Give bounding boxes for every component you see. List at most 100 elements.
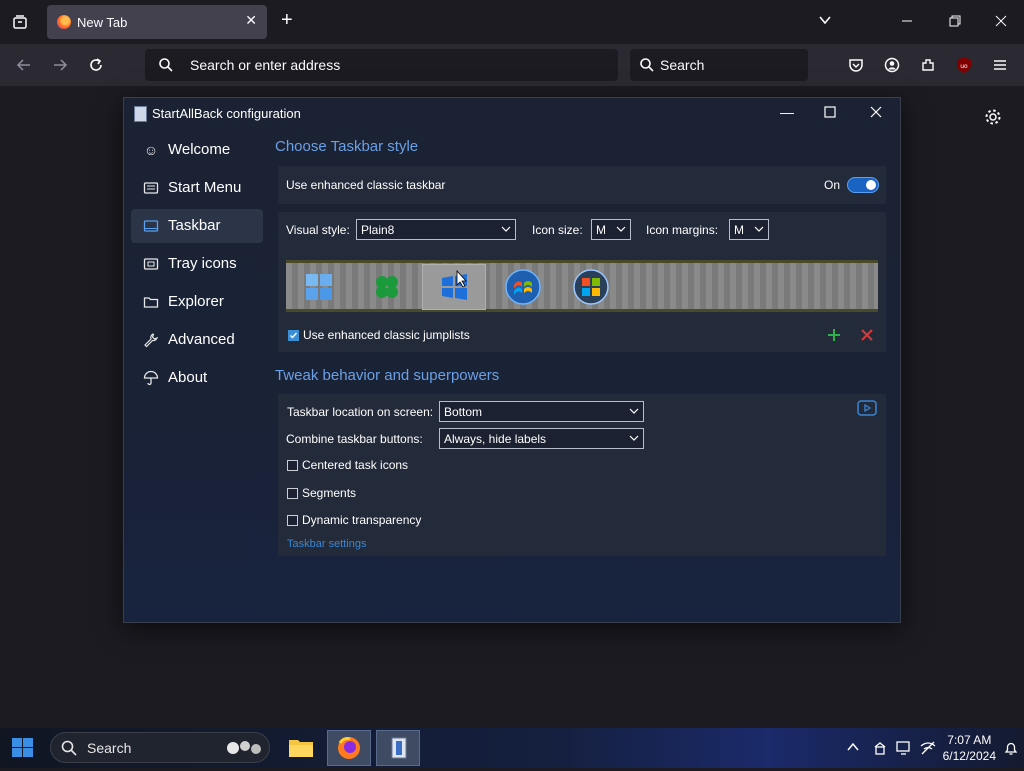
navigation-bar: Search or enter address Search uo: [0, 44, 1024, 86]
restore-icon[interactable]: [948, 14, 962, 32]
sidebar-item-tray-icons[interactable]: Tray icons: [131, 247, 263, 281]
firefox-icon: [338, 737, 360, 759]
dialog-title: StartAllBack configuration: [152, 106, 301, 121]
search-highlight-icon: [223, 738, 265, 762]
windows-start-icon[interactable]: [12, 738, 34, 762]
ublock-icon[interactable]: uo: [956, 56, 972, 78]
taskbar-icon: [143, 218, 159, 234]
gear-icon[interactable]: [984, 108, 1002, 130]
location-label: Taskbar location on screen:: [287, 405, 434, 419]
sidebar-item-label: Start Menu: [168, 179, 242, 196]
tab-list-icon[interactable]: [12, 14, 28, 34]
sidebar-item-label: Tray icons: [168, 255, 237, 272]
centered-checkbox[interactable]: [287, 460, 298, 471]
enhanced-taskbar-toggle[interactable]: [847, 177, 879, 193]
sidebar-item-explorer[interactable]: Explorer: [131, 285, 263, 319]
sidebar-item-welcome[interactable]: ☺ Welcome: [131, 133, 263, 167]
notification-bell-icon[interactable]: [1004, 740, 1018, 760]
sidebar-item-taskbar[interactable]: Taskbar: [131, 209, 263, 243]
combine-select[interactable]: Always, hide labels: [439, 428, 644, 449]
jumplists-label: Use enhanced classic jumplists: [303, 328, 470, 342]
jumplists-checkbox[interactable]: [288, 330, 299, 341]
clover-logo-icon: [376, 276, 398, 298]
no-internet-icon[interactable]: [920, 740, 936, 760]
search-icon: [158, 57, 174, 77]
pocket-icon[interactable]: [848, 57, 864, 77]
reload-icon[interactable]: [88, 57, 104, 77]
app-icon: [134, 106, 147, 122]
chevron-up-icon[interactable]: [846, 740, 860, 758]
new-tab-icon[interactable]: +: [281, 10, 293, 30]
windows-vista-orb-icon: [573, 269, 609, 305]
sidebar-item-about[interactable]: About: [131, 361, 263, 395]
back-icon[interactable]: [16, 57, 32, 77]
sidebar-item-label: Advanced: [168, 331, 235, 348]
icon-margins-select[interactable]: M: [729, 219, 769, 240]
taskbar-startallback[interactable]: [376, 730, 420, 766]
account-icon[interactable]: [884, 57, 900, 77]
address-placeholder: Search or enter address: [190, 57, 341, 73]
tab-title: New Tab: [77, 15, 128, 30]
windows-taskbar: Search 7:07 AM 6/12/2024: [0, 728, 1024, 768]
folder-icon: [143, 294, 159, 310]
location-select[interactable]: Bottom: [439, 401, 644, 422]
sidebar-item-start-menu[interactable]: Start Menu: [131, 171, 263, 205]
style-option-win8[interactable]: [356, 265, 418, 309]
display-icon[interactable]: [896, 740, 912, 760]
visual-style-label: Visual style:: [286, 223, 350, 237]
location-value: Bottom: [444, 405, 483, 419]
wrench-icon: [143, 332, 159, 348]
chevron-down-icon[interactable]: [818, 13, 832, 31]
chevron-down-icon: [616, 226, 626, 232]
style-option-win7[interactable]: [492, 265, 554, 309]
icon-size-select[interactable]: M: [591, 219, 631, 240]
browser-tab[interactable]: New Tab ✕: [47, 5, 267, 39]
enhanced-taskbar-label: Use enhanced classic taskbar: [286, 178, 446, 192]
section-title-tweak: Tweak behavior and superpowers: [275, 367, 500, 384]
taskbar-firefox[interactable]: [327, 730, 371, 766]
search-icon: [61, 740, 77, 760]
remove-icon[interactable]: [860, 328, 874, 346]
svg-text:uo: uo: [960, 63, 968, 70]
start-menu-icon: [143, 180, 159, 196]
extensions-icon[interactable]: [920, 57, 936, 77]
minimize-icon[interactable]: —: [780, 104, 794, 120]
close-tab-icon[interactable]: ✕: [245, 12, 257, 29]
sidebar-item-advanced[interactable]: Advanced: [131, 323, 263, 357]
search-bar[interactable]: Search: [630, 49, 808, 81]
segments-checkbox[interactable]: [287, 488, 298, 499]
maximize-icon[interactable]: [824, 105, 836, 121]
combine-label: Combine taskbar buttons:: [286, 432, 423, 446]
clock-date: 6/12/2024: [942, 749, 996, 763]
taskbar-settings-link[interactable]: Taskbar settings: [287, 538, 366, 550]
tweak-panel: Taskbar location on screen: Bottom Combi…: [278, 394, 886, 556]
sidebar-item-label: About: [168, 369, 208, 386]
menu-icon[interactable]: [992, 57, 1008, 77]
transparency-checkbox[interactable]: [287, 515, 298, 526]
style-option-vista[interactable]: [560, 265, 622, 309]
video-play-icon[interactable]: [857, 400, 877, 420]
network-settings-icon[interactable]: [872, 740, 888, 760]
firefox-icon: [57, 15, 71, 29]
enhanced-taskbar-row: Use enhanced classic taskbar On: [278, 166, 886, 204]
close-icon[interactable]: [870, 105, 882, 121]
chevron-down-icon: [754, 226, 764, 232]
close-window-icon[interactable]: [994, 14, 1008, 32]
icon-margins-label: Icon margins:: [646, 223, 719, 237]
taskbar-search-label: Search: [87, 740, 132, 756]
tray-icon: [143, 256, 159, 272]
style-option-win11[interactable]: [288, 265, 350, 309]
visual-style-select[interactable]: Plain8: [356, 219, 516, 240]
startallback-icon: [391, 737, 407, 759]
minimize-icon[interactable]: [900, 14, 914, 32]
chevron-down-icon: [629, 435, 639, 441]
taskbar-file-explorer[interactable]: [279, 730, 323, 766]
taskbar-clock[interactable]: 7:07 AM 6/12/2024: [943, 732, 996, 764]
taskbar-search[interactable]: Search: [50, 732, 270, 763]
section-title-taskbar-style: Choose Taskbar style: [275, 138, 419, 155]
add-icon[interactable]: [827, 328, 841, 346]
address-bar[interactable]: Search or enter address: [145, 49, 618, 81]
startallback-dialog: StartAllBack configuration — ☺ Welcome S…: [123, 97, 901, 623]
style-option-win10[interactable]: [422, 264, 486, 310]
forward-icon[interactable]: [52, 57, 68, 77]
